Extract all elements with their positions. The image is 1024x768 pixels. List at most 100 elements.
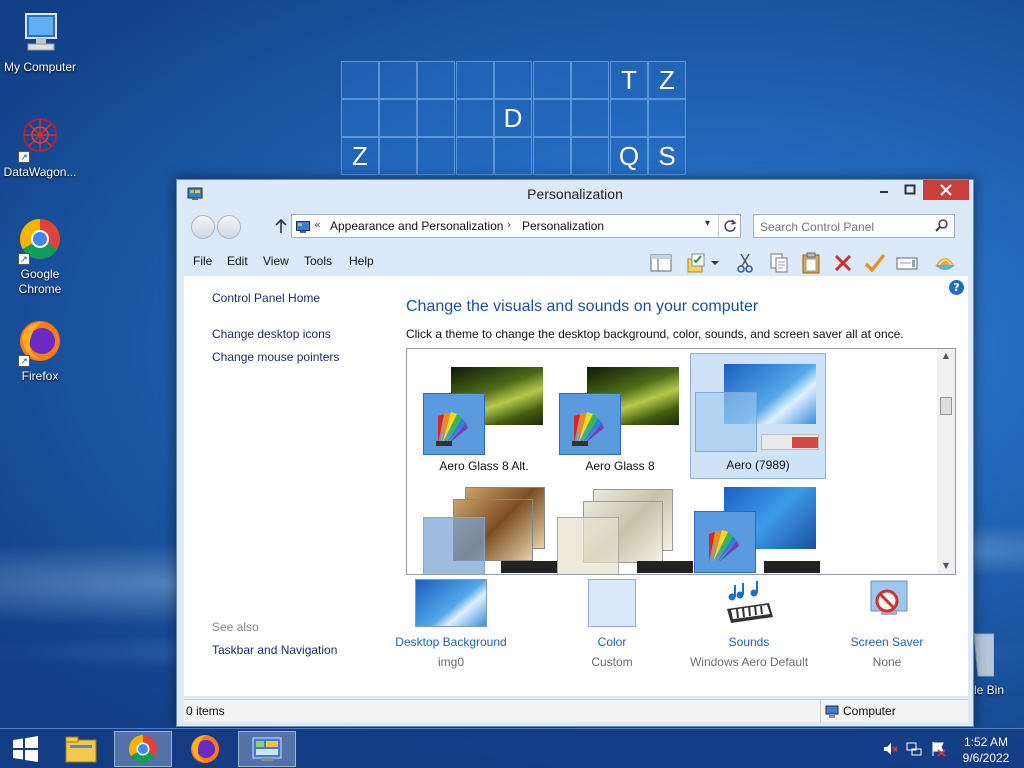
board-cell[interactable] — [533, 137, 571, 175]
control-panel-home-link[interactable]: Control Panel Home — [212, 291, 320, 305]
checkmark-icon[interactable] — [863, 251, 887, 275]
board-cell[interactable] — [610, 99, 648, 137]
network-icon[interactable] — [906, 741, 922, 757]
help-icon[interactable]: ? — [949, 280, 964, 295]
board-cell[interactable] — [533, 99, 571, 137]
board-cell[interactable] — [379, 99, 417, 137]
board-cell[interactable]: D — [494, 99, 532, 137]
change-mouse-pointers-link[interactable]: Change mouse pointers — [212, 350, 339, 364]
board-cell[interactable] — [417, 61, 455, 99]
sounds-item[interactable]: Sounds Windows Aero Default — [689, 579, 809, 669]
screen-saver-item[interactable]: Screen Saver None — [827, 579, 947, 669]
theme-list-scrollbar[interactable]: ▲ ▼ — [937, 349, 955, 574]
desktop-background-link[interactable]: Desktop Background — [391, 635, 511, 649]
cut-icon[interactable] — [733, 251, 757, 275]
board-cell[interactable] — [417, 99, 455, 137]
board-cell[interactable] — [341, 61, 379, 99]
minimize-button[interactable] — [871, 180, 897, 200]
board-cell[interactable] — [571, 99, 609, 137]
volume-muted-icon[interactable] — [882, 741, 898, 757]
maximize-button[interactable] — [897, 180, 923, 200]
recycle-bin-icon[interactable] — [972, 628, 995, 678]
properties-icon[interactable] — [685, 251, 709, 275]
scroll-up-icon[interactable]: ▲ — [937, 351, 955, 360]
board-cell[interactable] — [494, 61, 532, 99]
scroll-down-icon[interactable]: ▼ — [937, 561, 955, 570]
forward-button[interactable] — [217, 215, 241, 239]
board-cell[interactable] — [417, 137, 455, 175]
board-cell[interactable] — [533, 61, 571, 99]
start-button[interactable] — [0, 731, 50, 767]
board-cell[interactable]: T — [610, 61, 648, 99]
theme-tile[interactable] — [553, 481, 693, 574]
change-desktop-icons-link[interactable]: Change desktop icons — [212, 327, 331, 341]
menu-help[interactable]: Help — [349, 254, 374, 268]
board-cell[interactable] — [571, 137, 609, 175]
desktop-icon-datawagon[interactable]: ↗ DataWagon... — [0, 115, 80, 180]
title-bar[interactable]: Personalization — [177, 180, 973, 209]
menu-tools[interactable]: Tools — [304, 254, 332, 268]
board-cell[interactable] — [456, 99, 494, 137]
board-cell[interactable] — [494, 137, 532, 175]
breadcrumb-separator[interactable]: › — [507, 218, 511, 231]
color-link[interactable]: Color — [552, 635, 672, 649]
desktop-background-item[interactable]: Desktop Background img0 — [391, 579, 511, 669]
chevron-down-icon[interactable] — [709, 251, 721, 275]
board-cell[interactable] — [571, 61, 609, 99]
scrollbar-thumb[interactable] — [940, 397, 952, 415]
board-cell[interactable] — [456, 137, 494, 175]
board-cell[interactable]: Q — [610, 137, 648, 175]
action-center-icon[interactable] — [930, 741, 946, 757]
theme-tile[interactable] — [417, 481, 557, 574]
preview-pane-icon[interactable] — [649, 251, 673, 275]
close-button[interactable] — [923, 180, 969, 200]
taskbar-firefox[interactable] — [176, 731, 234, 767]
board-cell[interactable] — [341, 99, 379, 137]
board-cell[interactable] — [648, 99, 686, 137]
address-bar[interactable]: « Appearance and Personalization › Perso… — [291, 214, 741, 238]
board-cell[interactable]: Z — [341, 137, 379, 175]
board-cell[interactable] — [379, 137, 417, 175]
screen-saver-link[interactable]: Screen Saver — [827, 635, 947, 649]
delete-icon[interactable] — [831, 251, 855, 275]
menu-edit[interactable]: Edit — [227, 254, 248, 268]
theme-aero-glass-8[interactable]: Aero Glass 8 — [553, 355, 689, 481]
refresh-button[interactable] — [718, 215, 740, 237]
board-cell[interactable] — [456, 61, 494, 99]
taskbar-chrome[interactable] — [114, 731, 172, 767]
up-button[interactable] — [273, 216, 289, 236]
copy-icon[interactable] — [767, 251, 791, 275]
breadcrumb-overflow[interactable]: « — [314, 218, 321, 231]
rename-icon[interactable] — [895, 251, 919, 275]
board-cell[interactable] — [379, 61, 417, 99]
internet-icon[interactable] — [933, 251, 957, 275]
back-button[interactable] — [191, 215, 215, 239]
desktop-icon-firefox[interactable]: ↗ Firefox — [0, 319, 80, 384]
theme-tile[interactable] — [690, 481, 826, 574]
search-box[interactable] — [753, 214, 955, 238]
desktop-icon-my-computer[interactable]: My Computer — [0, 10, 80, 75]
search-icon[interactable] — [934, 218, 950, 234]
breadcrumb-appearance[interactable]: Appearance and Personalization — [330, 219, 503, 233]
board-cell[interactable]: S — [648, 137, 686, 175]
color-item[interactable]: Color Custom — [552, 579, 672, 669]
theme-aero-glass-8-alt[interactable]: Aero Glass 8 Alt. — [417, 355, 553, 481]
taskbar-file-explorer[interactable] — [52, 731, 110, 767]
menu-view[interactable]: View — [263, 254, 289, 268]
paste-icon[interactable] — [799, 251, 823, 275]
search-input[interactable] — [760, 219, 930, 235]
chevron-down-icon[interactable]: ▾ — [705, 218, 710, 229]
board-cell[interactable]: Z — [648, 61, 686, 99]
taskbar-control-panel[interactable] — [238, 731, 296, 767]
breadcrumb-personalization[interactable]: Personalization — [522, 219, 604, 233]
theme-aero-7989[interactable]: Aero (7989) — [690, 353, 826, 479]
personalization-window: Personalization « Appearance and Persona… — [176, 179, 974, 727]
maximize-icon — [904, 184, 916, 195]
desktop-icon-chrome[interactable]: ↗ Google Chrome — [0, 217, 80, 297]
menu-file[interactable]: File — [193, 254, 212, 268]
sounds-link[interactable]: Sounds — [689, 635, 809, 649]
shortcut-arrow-icon: ↗ — [18, 151, 30, 163]
sounds-icon — [713, 579, 785, 627]
taskbar-and-navigation-link[interactable]: Taskbar and Navigation — [212, 643, 337, 657]
system-clock[interactable]: 1:52 AM 9/6/2022 — [955, 734, 1017, 766]
